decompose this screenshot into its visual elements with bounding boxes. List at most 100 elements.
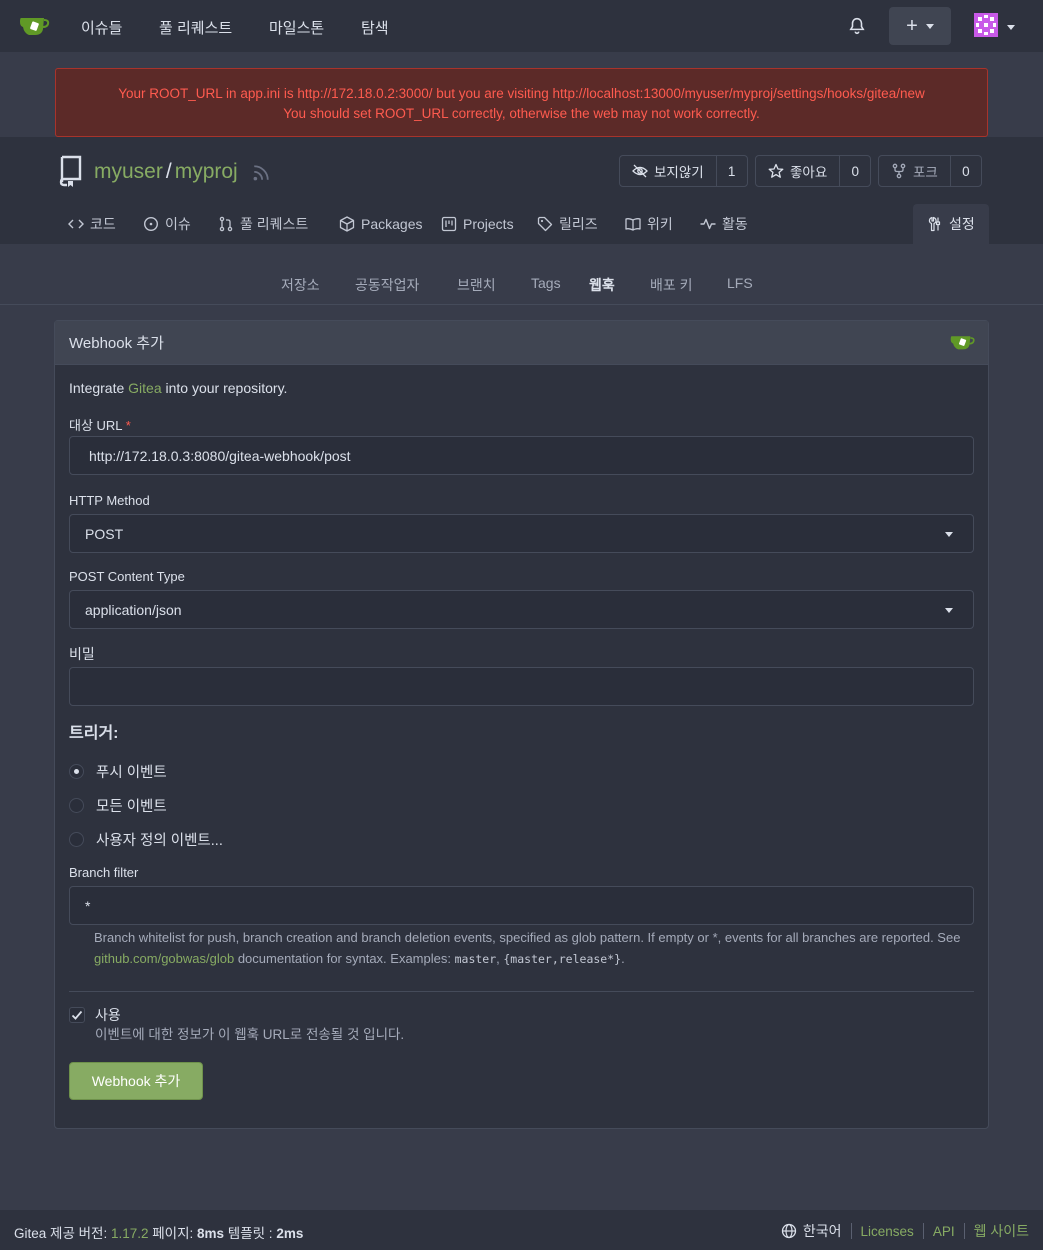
http-method-select[interactable]: POST (69, 514, 974, 553)
repo-name-link[interactable]: myproj (175, 160, 238, 183)
help-example-2: {master,release*} (503, 952, 622, 966)
project-icon (441, 216, 457, 232)
star-count[interactable]: 0 (840, 156, 870, 186)
eye-slash-icon (632, 164, 648, 178)
chevron-down-icon (925, 23, 934, 29)
template-time: 2ms (276, 1226, 304, 1241)
branch-filter-input[interactable]: * (69, 886, 974, 925)
tab-pull-requests[interactable]: 풀 리퀘스트 (218, 204, 308, 244)
repo-title-separator: / (165, 160, 172, 183)
footer-links: 한국어 Licenses API 웹 사이트 (781, 1221, 1029, 1241)
fork-count[interactable]: 0 (951, 156, 981, 186)
divider (850, 1223, 852, 1239)
create-new-button[interactable]: + (889, 7, 951, 45)
plus-icon: + (906, 14, 918, 37)
add-webhook-button[interactable]: Webhook 추가 (69, 1062, 203, 1100)
watch-button-group[interactable]: 보지않기 1 (619, 155, 748, 187)
star-button[interactable]: 좋아요 (756, 156, 841, 186)
root-url-warning: Your ROOT_URL in app.ini is http://172.1… (55, 68, 988, 137)
trigger-all-option[interactable]: 모든 이벤트 (69, 795, 167, 816)
tab-activity[interactable]: 활동 (700, 204, 748, 244)
pulse-icon (700, 218, 716, 230)
tab-releases[interactable]: 릴리즈 (537, 204, 598, 244)
rss-icon[interactable] (252, 164, 270, 182)
tab-settings[interactable]: 설정 (913, 204, 989, 244)
footer-version-info: Gitea 제공 버전: 1.17.2 페이지: 8ms 템플릿 : 2ms (14, 1222, 303, 1242)
nav-milestones[interactable]: 마일스톤 (269, 17, 324, 38)
secret-label: 비밀 (69, 646, 95, 662)
glob-docs-link[interactable]: github.com/gobwas/glob (94, 951, 234, 966)
licenses-link[interactable]: Licenses (861, 1224, 914, 1239)
star-button-group[interactable]: 좋아요 0 (755, 155, 872, 187)
tab-settings-label: 설정 (949, 216, 975, 232)
content-type-label: POST Content Type (69, 569, 185, 584)
nav-explore[interactable]: 탐색 (361, 17, 389, 38)
nav-issues[interactable]: 이슈들 (81, 17, 122, 38)
chevron-down-icon (945, 608, 953, 613)
trigger-custom-label[interactable]: 사용자 정의 이벤트... (96, 829, 223, 850)
watch-count[interactable]: 1 (717, 156, 747, 186)
tab-issues[interactable]: 이슈 (143, 204, 191, 244)
repo-owner-link[interactable]: myuser (94, 160, 163, 183)
fork-button-group[interactable]: 포크 0 (878, 155, 982, 187)
subnav-webhooks[interactable]: 웹훅 (589, 275, 615, 295)
help-prefix: Branch whitelist for push, branch creati… (94, 930, 961, 945)
api-link[interactable]: API (933, 1224, 955, 1239)
subnav-branches[interactable]: 브랜치 (457, 275, 496, 295)
trigger-all-radio[interactable] (69, 798, 84, 813)
trigger-all-label[interactable]: 모든 이벤트 (96, 795, 167, 816)
trigger-push-option[interactable]: 푸시 이벤트 (69, 761, 167, 782)
tab-wiki[interactable]: 위키 (625, 204, 673, 244)
warning-line-1: Your ROOT_URL in app.ini is http://172.1… (118, 86, 925, 101)
chevron-down-icon[interactable] (1007, 25, 1015, 30)
panel-title: Webhook 추가 (69, 335, 164, 352)
target-url-label-text: 대상 URL (69, 418, 123, 433)
gitea-version: 1.17.2 (110, 1226, 149, 1241)
trigger-custom-radio[interactable] (69, 832, 84, 847)
fork-label: 포크 (913, 165, 938, 180)
language-selector[interactable]: 한국어 (781, 1221, 842, 1241)
subnav-lfs[interactable]: LFS (727, 275, 753, 291)
content-type-select[interactable]: application/json (69, 590, 974, 629)
pull-request-icon (219, 216, 233, 232)
divider (963, 1223, 965, 1239)
page-time: 8ms (197, 1226, 225, 1241)
check-icon (71, 1010, 83, 1020)
bell-icon[interactable] (848, 17, 866, 35)
gitea-link[interactable]: Gitea (128, 380, 161, 396)
fork-icon (892, 163, 906, 179)
tag-icon (537, 216, 553, 232)
gitea-logo-icon[interactable] (20, 13, 50, 37)
subnav-collaborators[interactable]: 공동작업자 (355, 275, 419, 295)
intro-suffix: into your repository. (161, 380, 288, 396)
tab-wiki-label: 위키 (647, 216, 673, 232)
tab-packages[interactable]: Packages (339, 204, 422, 244)
page-time-prefix: 페이지: (148, 1226, 198, 1241)
tab-code-label: 코드 (90, 216, 116, 232)
divider (922, 1223, 924, 1239)
tab-projects[interactable]: Projects (441, 204, 514, 244)
repo-title: myuser / myproj (94, 160, 238, 184)
active-label[interactable]: 사용 (95, 1005, 121, 1025)
watch-button[interactable]: 보지않기 (620, 156, 717, 186)
subnav-tags[interactable]: Tags (531, 275, 561, 291)
required-marker: * (125, 418, 131, 433)
avatar[interactable] (974, 13, 998, 37)
subnav-repository[interactable]: 저장소 (281, 275, 320, 295)
active-checkbox[interactable] (69, 1007, 85, 1023)
package-icon (339, 216, 355, 232)
website-link[interactable]: 웹 사이트 (974, 1221, 1029, 1241)
subnav-deploy-keys[interactable]: 배포 키 (650, 275, 693, 295)
target-url-input[interactable]: http://172.18.0.3:8080/gitea-webhook/pos… (69, 436, 974, 475)
nav-pull-requests[interactable]: 풀 리퀘스트 (159, 17, 232, 38)
tab-projects-label: Projects (463, 216, 514, 232)
trigger-push-label[interactable]: 푸시 이벤트 (96, 761, 167, 782)
trigger-push-radio[interactable] (69, 764, 84, 779)
fork-button[interactable]: 포크 (879, 156, 951, 186)
gitea-logo-icon (950, 336, 975, 350)
secret-input[interactable] (69, 667, 974, 706)
target-url-label: 대상 URL * (69, 415, 131, 434)
tab-code[interactable]: 코드 (68, 204, 116, 244)
trigger-custom-option[interactable]: 사용자 정의 이벤트... (69, 829, 223, 850)
help-mid: documentation for syntax. Examples: (234, 951, 455, 966)
